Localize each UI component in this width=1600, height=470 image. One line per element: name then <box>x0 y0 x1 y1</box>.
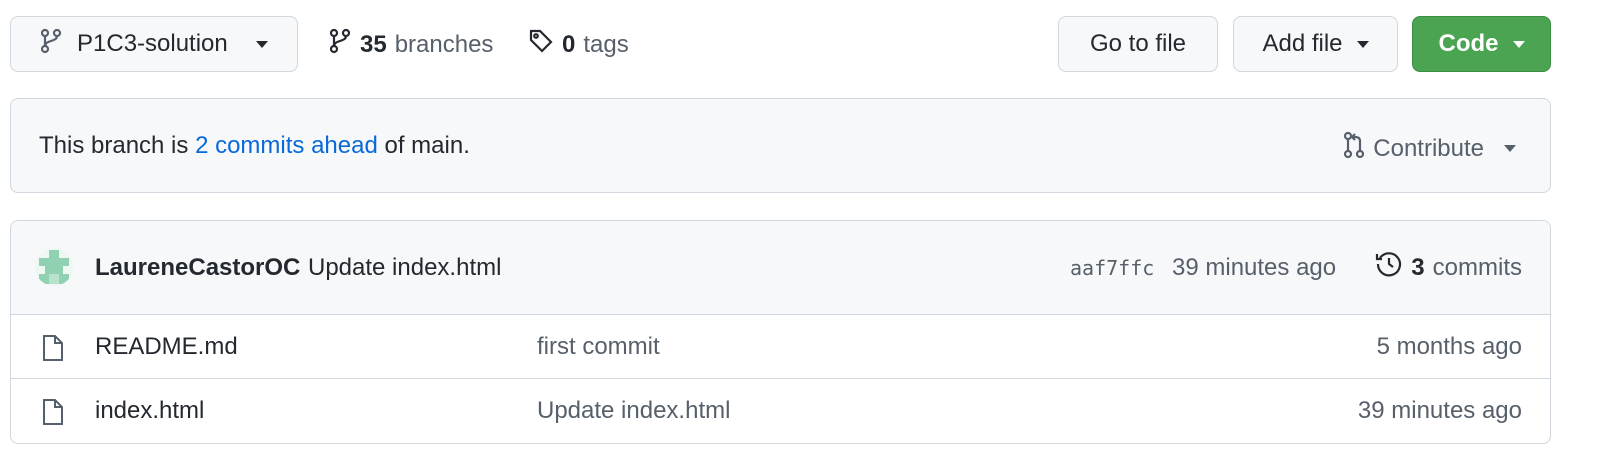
commits-label: commits <box>1432 253 1522 281</box>
code-button[interactable]: Code <box>1412 16 1551 72</box>
file-name-link[interactable]: README.md <box>95 333 238 361</box>
file-icon <box>41 334 65 369</box>
commit-message[interactable]: Update index.html <box>308 254 501 282</box>
go-to-file-button[interactable]: Go to file <box>1058 16 1218 72</box>
tags-link[interactable]: 0 tags <box>528 28 629 61</box>
branch-name: P1C3-solution <box>77 30 228 57</box>
git-branch-icon <box>328 28 352 61</box>
chevron-down-icon <box>1504 145 1516 152</box>
file-name-link[interactable]: index.html <box>95 397 204 425</box>
contribute-label: Contribute <box>1373 134 1484 162</box>
commit-author[interactable]: LaureneCastorOC <box>95 254 300 282</box>
go-to-file-label: Go to file <box>1089 30 1187 57</box>
branches-link[interactable]: 35 branches <box>328 28 493 61</box>
banner-suffix: of main. <box>377 131 470 159</box>
history-icon <box>1375 250 1403 285</box>
file-commit-time: 39 minutes ago <box>1357 397 1522 424</box>
code-label: Code <box>1438 30 1499 57</box>
chevron-down-icon <box>255 40 268 48</box>
banner-text: This branch is 2 commits ahead of main. <box>39 132 470 160</box>
commits-history-link[interactable]: 3 commits <box>1375 250 1522 285</box>
repo-toolbar: P1C3-solution 35 branches 0 tags Go to f… <box>0 0 1600 90</box>
tags-count: 0 <box>562 30 576 58</box>
file-browser: LaureneCastorOC Update index.html aaf7ff… <box>10 220 1551 444</box>
chevron-down-icon <box>1512 40 1525 48</box>
file-commit-message[interactable]: Update index.html <box>537 397 730 425</box>
git-branch-icon <box>39 28 63 61</box>
commits-ahead-link[interactable]: 2 commits ahead <box>195 132 378 159</box>
chevron-down-icon <box>1356 40 1369 48</box>
add-file-label: Add file <box>1262 30 1343 57</box>
latest-commit-row: LaureneCastorOC Update index.html aaf7ff… <box>11 221 1550 315</box>
branch-status-banner: This branch is 2 commits ahead of main. … <box>10 98 1551 193</box>
commit-time: 39 minutes ago <box>1172 253 1337 281</box>
table-row[interactable]: README.md first commit 5 months ago <box>11 315 1550 379</box>
branches-count: 35 <box>360 30 387 58</box>
commits-count: 3 <box>1411 253 1425 281</box>
avatar[interactable] <box>35 248 73 286</box>
branches-label: branches <box>394 30 494 58</box>
file-icon <box>41 398 65 433</box>
banner-prefix: This branch is <box>39 131 196 159</box>
pull-request-icon <box>1343 131 1365 166</box>
commit-sha[interactable]: aaf7ffc <box>1070 256 1154 280</box>
table-row[interactable]: index.html Update index.html 39 minutes … <box>11 379 1550 443</box>
contribute-dropdown[interactable]: Contribute <box>1343 131 1516 166</box>
add-file-button[interactable]: Add file <box>1233 16 1398 72</box>
branch-selector-button[interactable]: P1C3-solution <box>10 16 298 72</box>
file-commit-time: 5 months ago <box>1376 332 1522 360</box>
tag-icon <box>528 28 554 61</box>
tags-label: tags <box>583 30 629 58</box>
file-commit-message[interactable]: first commit <box>537 333 660 361</box>
